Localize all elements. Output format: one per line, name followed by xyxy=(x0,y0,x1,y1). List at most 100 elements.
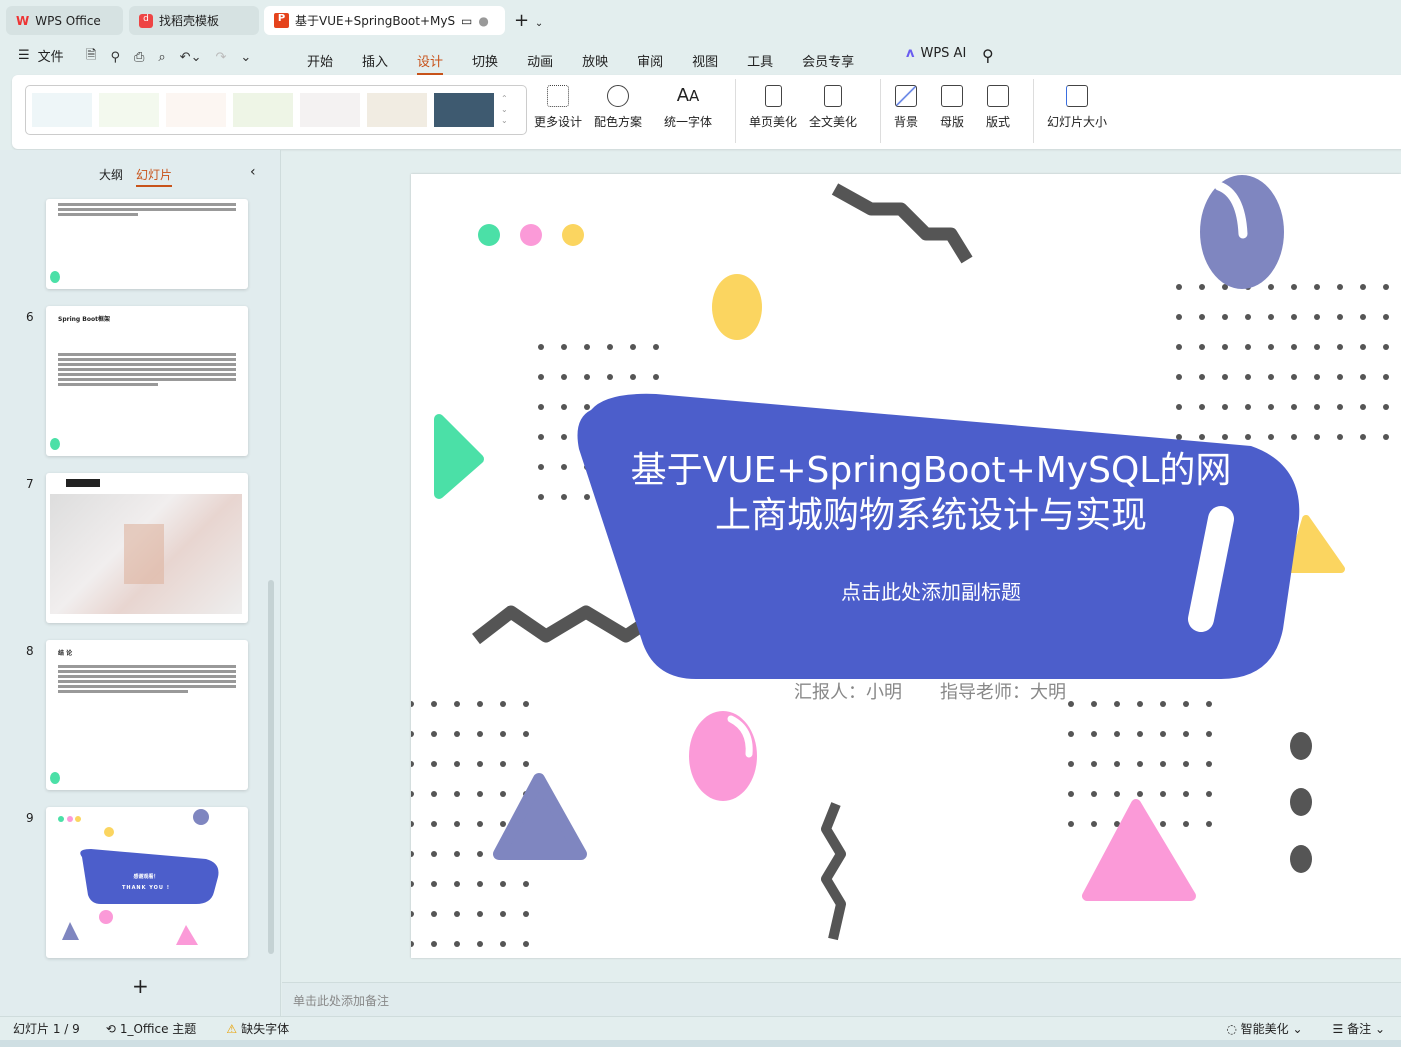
add-slide-button[interactable]: + xyxy=(132,974,149,998)
gallery-scroll[interactable]: ⌃ ⌄ ⌄ xyxy=(501,93,508,127)
theme-name[interactable]: 1_Office 主题 xyxy=(120,1020,196,1037)
slide-thumb-9[interactable]: 感谢观看！ THANK YOU ! xyxy=(46,807,248,958)
pattern-dot xyxy=(500,701,506,707)
pattern-dot xyxy=(1268,404,1274,410)
pattern-dot xyxy=(1314,344,1320,350)
pattern-dot xyxy=(523,731,529,737)
page-sparkle-icon xyxy=(764,85,782,107)
pattern-dot xyxy=(1337,344,1343,350)
background-button[interactable]: 背景 xyxy=(894,85,918,130)
pattern-dot xyxy=(1199,374,1205,380)
missing-font[interactable]: 缺失字体 xyxy=(241,1020,289,1037)
horizontal-scrollbar[interactable] xyxy=(0,1040,1401,1047)
pattern-dot xyxy=(1291,374,1297,380)
menu-slideshow[interactable]: 放映 xyxy=(582,51,608,70)
slide-thumb-5[interactable] xyxy=(46,199,248,289)
print-icon[interactable]: ⎙ xyxy=(134,50,144,65)
theme-thumb[interactable] xyxy=(367,93,427,127)
save-icon[interactable]: 🗎 xyxy=(86,46,96,68)
notes-area[interactable]: 单击此处添加备注 xyxy=(282,982,1401,1016)
theme-thumb[interactable] xyxy=(434,93,494,127)
unify-font-button[interactable]: AA 统一字体 xyxy=(664,85,712,130)
slide-subtitle[interactable]: 点击此处添加副标题 xyxy=(591,576,1271,605)
menu-view[interactable]: 视图 xyxy=(692,51,718,70)
pattern-dot xyxy=(1291,284,1297,290)
pattern-dot xyxy=(431,881,437,887)
master-button[interactable]: 母版 xyxy=(940,85,964,130)
slide-thumb-8[interactable]: 结 论 xyxy=(46,640,248,790)
pattern-dot xyxy=(454,791,460,797)
pattern-dot xyxy=(538,404,544,410)
pattern-dot xyxy=(1314,284,1320,290)
menu-transition[interactable]: 切换 xyxy=(472,51,498,70)
theme-thumb[interactable] xyxy=(32,93,92,127)
pattern-dot xyxy=(1360,314,1366,320)
panel-scrollbar[interactable] xyxy=(268,580,274,954)
yellow-balloon xyxy=(712,274,762,340)
pattern-dot xyxy=(561,494,567,500)
menu-member[interactable]: 会员专享 xyxy=(802,51,854,70)
pattern-dot xyxy=(1337,314,1343,320)
smart-beautify-button[interactable]: ◌ 智能美化 ⌄ xyxy=(1226,1020,1302,1037)
print-preview-icon[interactable]: ⌕ xyxy=(158,50,165,65)
undo-icon[interactable]: ↶⌄ xyxy=(180,50,202,65)
pattern-dot xyxy=(477,911,483,917)
redo-icon[interactable]: ↷ xyxy=(215,50,226,65)
menu-animation[interactable]: 动画 xyxy=(527,51,553,70)
tab-wps-office[interactable]: W WPS Office xyxy=(6,6,123,35)
hamburger-icon: ☰ xyxy=(18,48,30,63)
beautify-icon: ◌ xyxy=(1226,1022,1241,1036)
new-tab-button[interactable]: + ⌄ xyxy=(514,10,543,31)
file-menu[interactable]: ☰ 文件 xyxy=(18,46,64,65)
pattern-dot xyxy=(561,464,567,470)
pattern-dot xyxy=(1199,284,1205,290)
all-beautify-button[interactable]: 全文美化 xyxy=(809,85,857,130)
slide-size-button[interactable]: 幻灯片大小 xyxy=(1047,85,1107,130)
slide-decorations xyxy=(411,175,1389,947)
yellow-dot xyxy=(562,224,584,246)
more-design-button[interactable]: 更多设计 xyxy=(534,85,582,130)
tab-docer-templates[interactable]: d 找稻壳模板 xyxy=(129,6,259,35)
more-chevron-icon[interactable]: ⌄ xyxy=(240,50,251,65)
theme-thumb[interactable] xyxy=(233,93,293,127)
slide-count: 幻灯片 1 / 9 xyxy=(13,1022,80,1036)
search-icon[interactable]: ⚲ xyxy=(982,46,994,65)
pattern-dot xyxy=(411,821,414,827)
menu-tools[interactable]: 工具 xyxy=(747,51,773,70)
outline-tab[interactable]: 大纲 xyxy=(99,166,123,183)
slide-thumb-6[interactable]: Spring Boot框架 xyxy=(46,306,248,456)
menu-review[interactable]: 审阅 xyxy=(637,51,663,70)
slides-tab[interactable]: 幻灯片 xyxy=(136,166,173,187)
pattern-dot xyxy=(1222,404,1228,410)
pattern-dot xyxy=(607,374,613,380)
pattern-dot xyxy=(477,701,483,707)
slide-thumb-7[interactable] xyxy=(46,473,248,623)
menu-start[interactable]: 开始 xyxy=(307,51,333,70)
color-scheme-button[interactable]: 配色方案 xyxy=(594,85,642,130)
menu-insert[interactable]: 插入 xyxy=(362,51,388,70)
pattern-dot xyxy=(584,494,590,500)
presenter-info[interactable]: 汇报人：小明 指导老师：大明 xyxy=(794,678,1066,704)
notes-button[interactable]: ☰ 备注 ⌄ xyxy=(1333,1020,1385,1037)
theme-gallery[interactable]: ⌃ ⌄ ⌄ xyxy=(25,85,527,135)
pattern-dot xyxy=(1114,701,1120,707)
theme-thumb[interactable] xyxy=(166,93,226,127)
pattern-dot xyxy=(500,791,506,797)
menu-design[interactable]: 设计 xyxy=(417,51,444,75)
pattern-dot xyxy=(1176,434,1182,440)
pattern-dot xyxy=(500,731,506,737)
collapse-panel-icon[interactable]: ‹ xyxy=(250,164,256,180)
wps-ai-button[interactable]: ʌ WPS AI xyxy=(906,46,966,61)
theme-thumb[interactable] xyxy=(300,93,360,127)
tab-document[interactable]: P 基于VUE+SpringBoot+MyS(▭ ● xyxy=(264,6,505,35)
slide-title[interactable]: 基于VUE+SpringBoot+MySQL的网 上商城购物系统设计与实现 xyxy=(591,448,1271,538)
single-beautify-button[interactable]: 单页美化 xyxy=(749,85,797,130)
theme-thumb[interactable] xyxy=(99,93,159,127)
pattern-dot xyxy=(454,761,460,767)
monitor-icon[interactable]: ▭ xyxy=(461,14,472,28)
pattern-dot xyxy=(1176,344,1182,350)
slide-canvas[interactable]: 基于VUE+SpringBoot+MySQL的网 上商城购物系统设计与实现 点击此… xyxy=(411,174,1401,958)
pattern-dot xyxy=(431,851,437,857)
layout-button[interactable]: 版式 xyxy=(986,85,1010,130)
share-icon[interactable]: ⚲ xyxy=(110,50,120,65)
